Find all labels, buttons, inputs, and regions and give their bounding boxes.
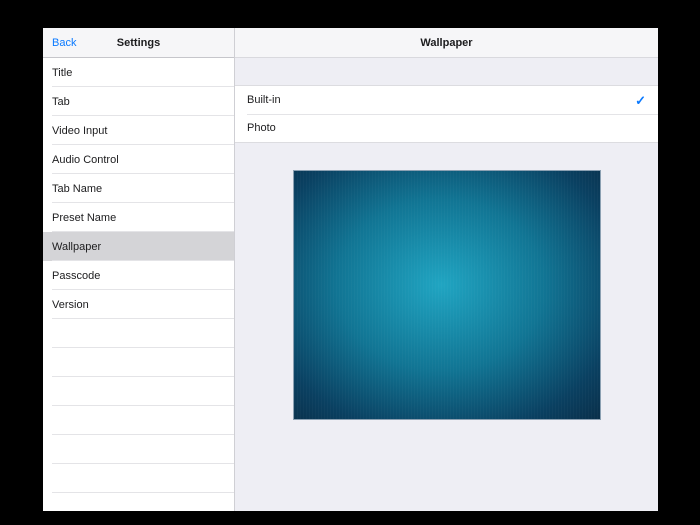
sidebar-empty-row bbox=[43, 377, 234, 406]
sidebar-item-preset-name[interactable]: Preset Name bbox=[43, 203, 234, 232]
sidebar-item-label: Video Input bbox=[52, 124, 108, 137]
option-label: Built-in bbox=[247, 94, 281, 106]
wallpaper-preview bbox=[292, 170, 601, 420]
sidebar-empty-row bbox=[43, 435, 234, 464]
detail-title: Wallpaper bbox=[420, 36, 473, 49]
sidebar-empty-row bbox=[43, 319, 234, 348]
sidebar-item-label: Tab Name bbox=[52, 182, 103, 195]
detail-pane: Wallpaper Built-in ✓ Photo bbox=[235, 28, 658, 511]
detail-header: Wallpaper bbox=[235, 28, 658, 58]
sidebar-header: Back Settings bbox=[43, 28, 234, 58]
settings-window: Back Settings Title Tab Video Input Audi… bbox=[43, 28, 658, 511]
sidebar: Back Settings Title Tab Video Input Audi… bbox=[43, 28, 235, 511]
sidebar-empty-row bbox=[43, 464, 234, 493]
option-photo[interactable]: Photo bbox=[235, 114, 658, 142]
sidebar-item-passcode[interactable]: Passcode bbox=[43, 261, 234, 290]
sidebar-item-tab[interactable]: Tab bbox=[43, 87, 234, 116]
sidebar-empty-row bbox=[43, 348, 234, 377]
option-built-in[interactable]: Built-in ✓ bbox=[235, 86, 658, 114]
sidebar-item-label: Passcode bbox=[52, 269, 101, 282]
sidebar-item-audio-control[interactable]: Audio Control bbox=[43, 145, 234, 174]
sidebar-item-label: Tab bbox=[52, 95, 70, 108]
sidebar-item-label: Wallpaper bbox=[52, 240, 102, 253]
sidebar-empty-row bbox=[43, 406, 234, 435]
back-button[interactable]: Back bbox=[52, 28, 76, 57]
sidebar-item-label: Audio Control bbox=[52, 153, 119, 166]
sidebar-item-video-input[interactable]: Video Input bbox=[43, 116, 234, 145]
wallpaper-preview-texture bbox=[293, 171, 600, 419]
sidebar-item-label: Preset Name bbox=[52, 211, 117, 224]
sidebar-item-tab-name[interactable]: Tab Name bbox=[43, 174, 234, 203]
checkmark-icon: ✓ bbox=[635, 92, 646, 108]
option-label: Photo bbox=[247, 122, 276, 134]
sidebar-empty-row bbox=[43, 493, 234, 511]
sidebar-item-wallpaper[interactable]: Wallpaper bbox=[43, 232, 234, 261]
sidebar-title: Settings bbox=[116, 36, 161, 49]
sidebar-item-label: Version bbox=[52, 298, 89, 311]
sidebar-item-title[interactable]: Title bbox=[43, 58, 234, 87]
sidebar-item-version[interactable]: Version bbox=[43, 290, 234, 319]
sidebar-item-label: Title bbox=[52, 66, 73, 79]
wallpaper-options-group: Built-in ✓ Photo bbox=[235, 85, 658, 143]
